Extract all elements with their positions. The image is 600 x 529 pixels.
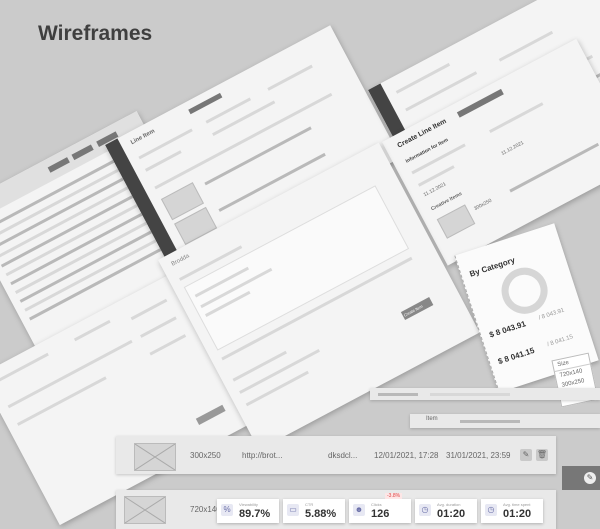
stat-card-time-spent: ◷ Avg. time spent 01:20 xyxy=(481,499,543,523)
table-header-strip: Item xyxy=(410,414,600,428)
stat-value: 01:20 xyxy=(437,508,466,520)
clock-icon: ◷ xyxy=(419,504,431,516)
delta-badge: -3.8% xyxy=(385,493,403,499)
end-date-field[interactable]: 11.12.2021 xyxy=(500,140,525,157)
url-cell[interactable]: http://brot... xyxy=(242,451,282,460)
category-value-2: $ 8 041.15 xyxy=(496,345,536,367)
image-placeholder-icon xyxy=(134,443,176,471)
clock-icon: ◷ xyxy=(485,504,497,516)
category-value-1: $ 8 043.91 xyxy=(488,319,527,340)
stat-card-ctr: ▭ CTR 5.88% xyxy=(283,499,345,523)
stat-card-duration: ◷ Avg. duration 01:20 xyxy=(415,499,477,523)
start-date-field[interactable]: 11.12.2021 xyxy=(423,181,448,198)
edit-tile[interactable]: ✎ xyxy=(562,466,600,490)
stat-card-clicks: -3.8% ☻ Clicks 126 xyxy=(349,493,411,523)
creative-size: 300x250 xyxy=(473,197,493,213)
stat-value: 126 xyxy=(371,508,390,520)
size-cell: 300x250 xyxy=(190,451,221,460)
image-placeholder-icon xyxy=(124,496,166,524)
table-row[interactable]: 300x250 http://brot... dksdcl... 12/01/2… xyxy=(116,436,556,474)
brand-logo: Brodda xyxy=(170,253,191,268)
edit-icon[interactable]: ✎ xyxy=(584,472,596,484)
stat-value: 5.88% xyxy=(305,508,337,520)
monitor-icon: ▭ xyxy=(287,504,299,516)
stat-value: 01:20 xyxy=(503,508,532,520)
page-title: Wireframes xyxy=(38,22,153,45)
stat-value: 89.7% xyxy=(239,508,271,520)
percent-icon: % xyxy=(221,504,233,516)
end-date-cell: 31/01/2021, 23:59 xyxy=(446,451,511,460)
table-header-strip xyxy=(370,388,600,400)
edit-icon[interactable]: ✎ xyxy=(520,449,532,461)
start-date-cell: 12/01/2021, 17:28 xyxy=(374,451,439,460)
users-icon: ☻ xyxy=(353,504,365,516)
stat-card-viewability: % Viewability 89.7% xyxy=(217,499,279,523)
delete-icon[interactable]: 🗑 xyxy=(536,449,548,461)
url-suffix-cell: dksdcl... xyxy=(328,451,358,460)
